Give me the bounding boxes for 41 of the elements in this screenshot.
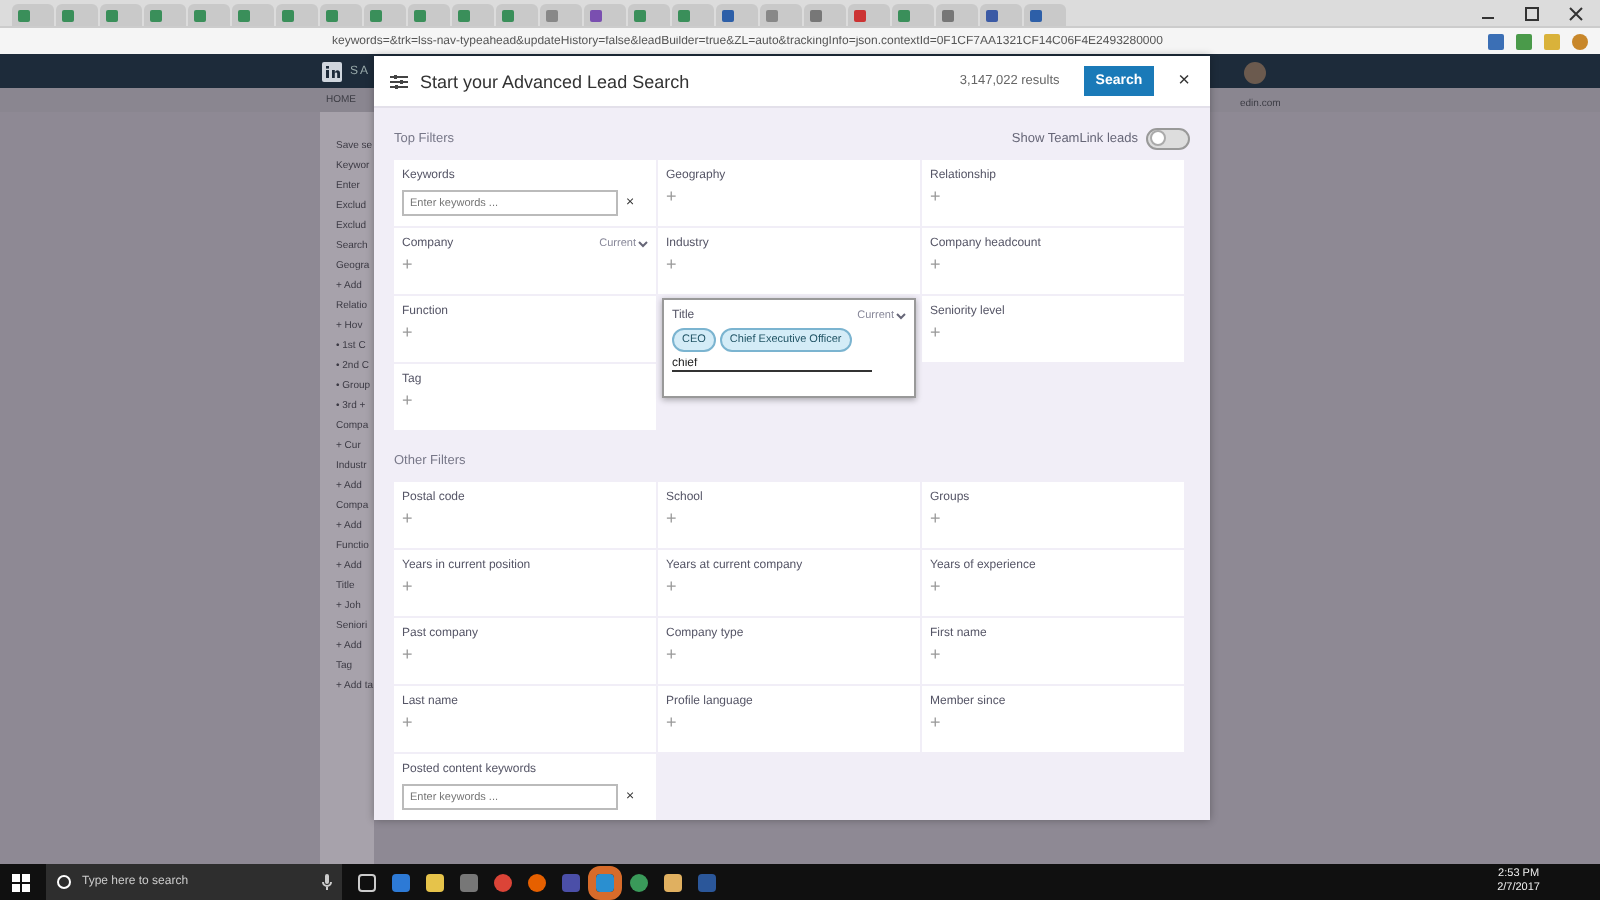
avatar[interactable] xyxy=(1244,62,1266,84)
teamlink-toggle[interactable] xyxy=(1146,127,1190,149)
task-view-icon[interactable] xyxy=(358,873,376,891)
browser-tab[interactable] xyxy=(672,4,714,26)
app-icon[interactable] xyxy=(664,873,682,891)
app-icon[interactable] xyxy=(460,873,478,891)
windows-icon[interactable] xyxy=(12,873,30,891)
search-icon xyxy=(56,874,72,890)
chevron-icon xyxy=(896,312,906,320)
close-button[interactable]: × xyxy=(1174,70,1194,92)
filter-icon xyxy=(390,73,408,89)
browser-tab[interactable] xyxy=(144,4,186,26)
browser-tab[interactable] xyxy=(584,4,626,26)
browser-tab[interactable] xyxy=(452,4,494,26)
browser-tab[interactable] xyxy=(100,4,142,26)
close-icon[interactable] xyxy=(1568,5,1584,21)
microphone-icon[interactable] xyxy=(322,874,332,890)
browser-tab[interactable] xyxy=(408,4,450,26)
browser-tab[interactable] xyxy=(276,4,318,26)
browser-tab[interactable] xyxy=(1024,4,1066,26)
browser-tab[interactable] xyxy=(848,4,890,26)
browser-tab[interactable] xyxy=(540,4,582,26)
browser-tab[interactable] xyxy=(936,4,978,26)
browser-tab[interactable] xyxy=(12,4,54,26)
browser-tab[interactable] xyxy=(716,4,758,26)
browser-tab[interactable] xyxy=(56,4,98,26)
browser-tab[interactable] xyxy=(320,4,362,26)
browser-tab[interactable] xyxy=(760,4,802,26)
chevron-icon xyxy=(638,240,648,248)
logo-icon[interactable] xyxy=(322,61,342,81)
browser-tab[interactable] xyxy=(892,4,934,26)
browser-tab[interactable] xyxy=(628,4,670,26)
browser-tab[interactable] xyxy=(188,4,230,26)
browser-tab[interactable] xyxy=(980,4,1022,26)
browser-tab[interactable] xyxy=(804,4,846,26)
browser-tab[interactable] xyxy=(496,4,538,26)
dialog-title: Start your Advanced Lead Search xyxy=(420,71,692,91)
extension-icon[interactable] xyxy=(1572,33,1588,49)
maximize-icon[interactable] xyxy=(1524,5,1540,21)
browser-tab[interactable] xyxy=(364,4,406,26)
browser-tab[interactable] xyxy=(232,4,274,26)
